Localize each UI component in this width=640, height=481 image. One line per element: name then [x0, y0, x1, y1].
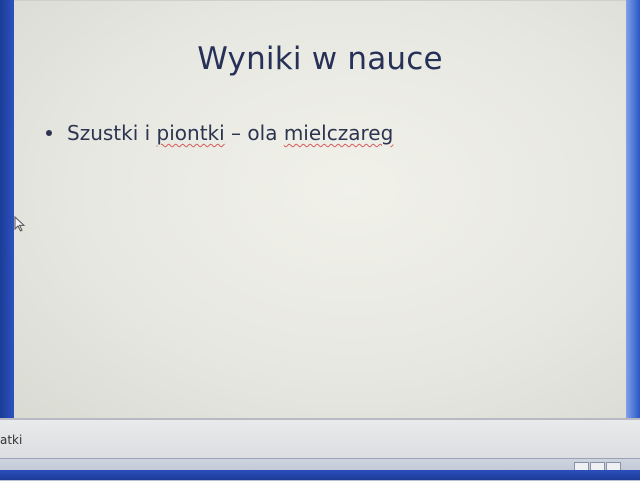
bullet-text-misspelled-1: piontki — [156, 121, 225, 145]
bullet-text-misspelled-2: mielczareg — [283, 121, 394, 145]
slide-title[interactable]: Wyniki w nauce — [14, 41, 626, 77]
cursor-arrow-icon — [14, 216, 26, 232]
bullet-text-part-1: Szustki i — [67, 121, 157, 145]
notes-text: atki — [0, 433, 23, 447]
notes-pane[interactable]: atki — [0, 418, 640, 460]
bullet-item[interactable]: Szustki i piontki – ola mielczareg — [46, 121, 393, 145]
bullet-dot — [46, 129, 52, 136]
window-frame-right — [626, 0, 640, 440]
bullet-text-part-3: – ola — [224, 121, 284, 145]
taskbar — [0, 470, 640, 480]
slide-canvas[interactable]: Wyniki w nauce Szustki i piontki – ola m… — [14, 0, 626, 419]
